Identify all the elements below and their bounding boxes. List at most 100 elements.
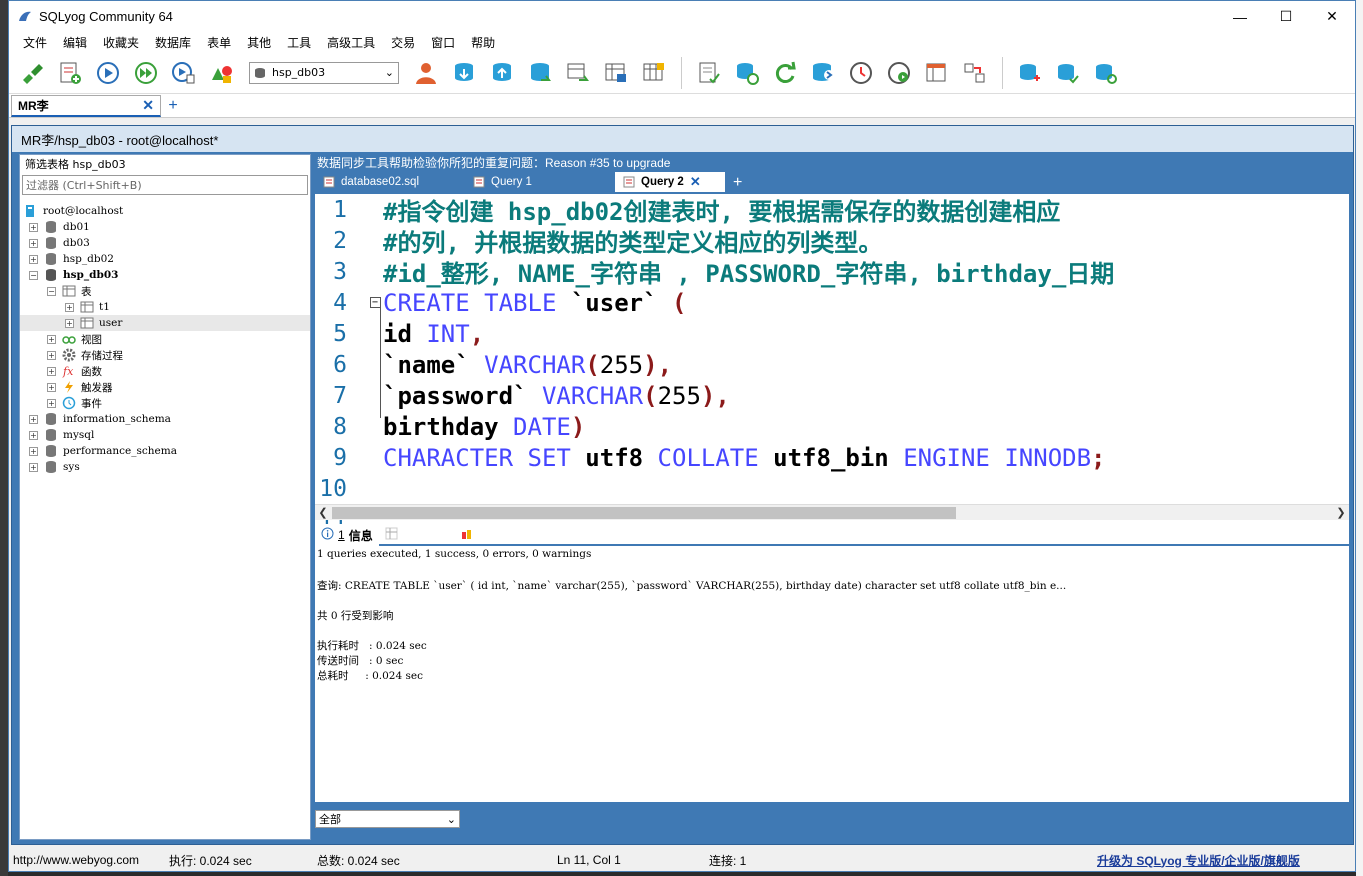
expand-icon[interactable]: + xyxy=(47,350,56,360)
code-comment: #id_整形, NAME_字符串 , PASSWORD_字符串, birthda… xyxy=(383,260,1115,288)
tab-info[interactable]: 3 信息 xyxy=(454,524,518,546)
tab-messages[interactable]: 1 信息 xyxy=(315,524,379,546)
menu-table[interactable]: 表单 xyxy=(199,34,239,51)
expand-icon[interactable]: + xyxy=(47,366,56,376)
new-query-editor-button[interactable] xyxy=(53,56,87,90)
expand-icon[interactable]: + xyxy=(29,222,38,232)
new-connection-button[interactable] xyxy=(15,56,49,90)
import-table-button[interactable] xyxy=(561,56,595,90)
menu-window[interactable]: 窗口 xyxy=(423,34,463,51)
minimize-button[interactable]: — xyxy=(1217,1,1263,32)
collapse-icon[interactable]: − xyxy=(47,286,56,296)
restore-database-button[interactable] xyxy=(485,56,519,90)
menu-tools[interactable]: 工具 xyxy=(279,34,319,51)
tree-db-performance-schema[interactable]: + performance_schema xyxy=(20,443,310,459)
tree-db-sys[interactable]: + sys xyxy=(20,459,310,475)
table-data-button[interactable] xyxy=(599,56,633,90)
menu-advanced-tools[interactable]: 高级工具 xyxy=(319,34,383,51)
tree-folder-tables[interactable]: − 表 xyxy=(20,283,310,299)
scrollbar-thumb[interactable] xyxy=(332,507,956,519)
tree-folder-events[interactable]: + 事件 xyxy=(20,395,310,411)
menu-database[interactable]: 数据库 xyxy=(147,34,199,51)
message-filter-select[interactable]: 全部 ⌄ xyxy=(315,810,460,828)
editor-horizontal-scrollbar[interactable]: ❮ ❯ xyxy=(315,504,1349,520)
expand-icon[interactable]: + xyxy=(47,382,56,392)
tree-db-db03[interactable]: + db03 xyxy=(20,235,310,251)
tab-database02-sql[interactable]: database02.sql xyxy=(315,172,465,192)
collapse-icon[interactable]: − xyxy=(29,270,38,280)
tree-db-hsp-db02[interactable]: + hsp_db02 xyxy=(20,251,310,267)
menu-edit[interactable]: 编辑 xyxy=(55,34,95,51)
query-builder-button[interactable] xyxy=(205,56,239,90)
expand-icon[interactable]: + xyxy=(47,334,56,344)
expand-icon[interactable]: + xyxy=(29,414,38,424)
filter-input[interactable]: 过滤器 (Ctrl+Shift+B) xyxy=(22,175,308,195)
maximize-button[interactable]: ☐ xyxy=(1263,1,1309,32)
sql-editor[interactable]: 1 #指令创建 hsp_db02创建表时, 要根据需保存的数据创建相应 2 #的列,… xyxy=(315,194,1349,544)
database-select[interactable]: hsp_db03 ⌄ xyxy=(249,61,399,84)
sync-database-button[interactable] xyxy=(730,56,764,90)
menu-other[interactable]: 其他 xyxy=(239,34,279,51)
expand-icon[interactable]: + xyxy=(29,254,38,264)
expand-icon[interactable]: + xyxy=(47,398,56,408)
chevron-left-icon[interactable]: ❮ xyxy=(315,506,331,519)
expand-icon[interactable]: + xyxy=(65,302,74,312)
connection-tab[interactable]: MR李 ✕ xyxy=(11,95,161,117)
add-query-tab-button[interactable]: + xyxy=(725,174,750,192)
user-manager-button[interactable] xyxy=(409,56,443,90)
sql-scheduler-button[interactable] xyxy=(1013,56,1047,90)
execute-and-edit-button[interactable] xyxy=(167,56,201,90)
copy-database-button[interactable] xyxy=(523,56,557,90)
format-query-button[interactable] xyxy=(692,56,726,90)
migration-button[interactable] xyxy=(806,56,840,90)
play-document-icon xyxy=(172,61,195,83)
tree-db-hsp-db03[interactable]: − hsp_db03 xyxy=(20,267,310,283)
tab-query-2[interactable]: Query 2 ✕ xyxy=(615,172,725,192)
tree-folder-views[interactable]: + 视图 xyxy=(20,331,310,347)
data-search-button[interactable] xyxy=(920,56,954,90)
fast-forward-icon xyxy=(135,61,157,84)
tree-label: 存储过程 xyxy=(81,349,123,362)
upgrade-notice-link[interactable]: 数据同步工具帮助检验你所犯的重复问题：Reason #35 to upgrade xyxy=(315,154,1349,170)
status-url[interactable]: http://www.webyog.com xyxy=(13,853,139,867)
close-icon[interactable]: ✕ xyxy=(690,174,701,190)
tree-db-information-schema[interactable]: + information_schema xyxy=(20,411,310,427)
menu-transactions[interactable]: 交易 xyxy=(383,34,423,51)
tree-db-mysql[interactable]: + mysql xyxy=(20,427,310,443)
upgrade-link[interactable]: 升级为 SQLyog 专业版/企业版/旗舰版 xyxy=(1097,852,1300,869)
tree-root[interactable]: root@localhost xyxy=(20,203,310,219)
add-connection-tab-button[interactable]: + xyxy=(161,95,185,117)
schema-sync-button[interactable] xyxy=(958,56,992,90)
tree-folder-functions[interactable]: + fx 函数 xyxy=(20,363,310,379)
execute-query-button[interactable] xyxy=(91,56,125,90)
tree-folder-triggers[interactable]: + 触发器 xyxy=(20,379,310,395)
expand-icon[interactable]: + xyxy=(29,446,38,456)
schema-designer-button[interactable] xyxy=(637,56,671,90)
menu-file[interactable]: 文件 xyxy=(15,34,55,51)
tab-query-1[interactable]: Query 1 xyxy=(465,172,615,192)
expand-icon[interactable]: + xyxy=(29,430,38,440)
expand-icon[interactable]: + xyxy=(65,318,74,328)
menu-favorites[interactable]: 收藏夹 xyxy=(95,34,147,51)
expand-icon[interactable]: + xyxy=(29,238,38,248)
close-icon[interactable]: ✕ xyxy=(142,97,154,114)
tree-table-user[interactable]: + user xyxy=(20,315,310,331)
database-download-icon xyxy=(455,62,473,81)
chevron-right-icon[interactable]: ❯ xyxy=(1333,506,1349,519)
backup-database-button[interactable] xyxy=(447,56,481,90)
close-button[interactable]: ✕ xyxy=(1309,1,1355,32)
tree-db-db01[interactable]: + db01 xyxy=(20,219,310,235)
code-punctuation: , xyxy=(469,319,485,348)
menu-help[interactable]: 帮助 xyxy=(463,34,503,51)
tree-folder-procedures[interactable]: + 存储过程 xyxy=(20,347,310,363)
scheduled-backup-button[interactable] xyxy=(844,56,878,90)
sql-import-button[interactable] xyxy=(1051,56,1085,90)
tab-table-data[interactable]: 2 表数据 xyxy=(379,524,455,546)
tree-table-t1[interactable]: + t1 xyxy=(20,299,310,315)
tab-label: 信息 xyxy=(488,528,513,543)
expand-icon[interactable]: + xyxy=(29,462,38,472)
sql-export-button[interactable] xyxy=(1089,56,1123,90)
notifications-button[interactable] xyxy=(882,56,916,90)
refresh-button[interactable] xyxy=(768,56,802,90)
execute-all-button[interactable] xyxy=(129,56,163,90)
